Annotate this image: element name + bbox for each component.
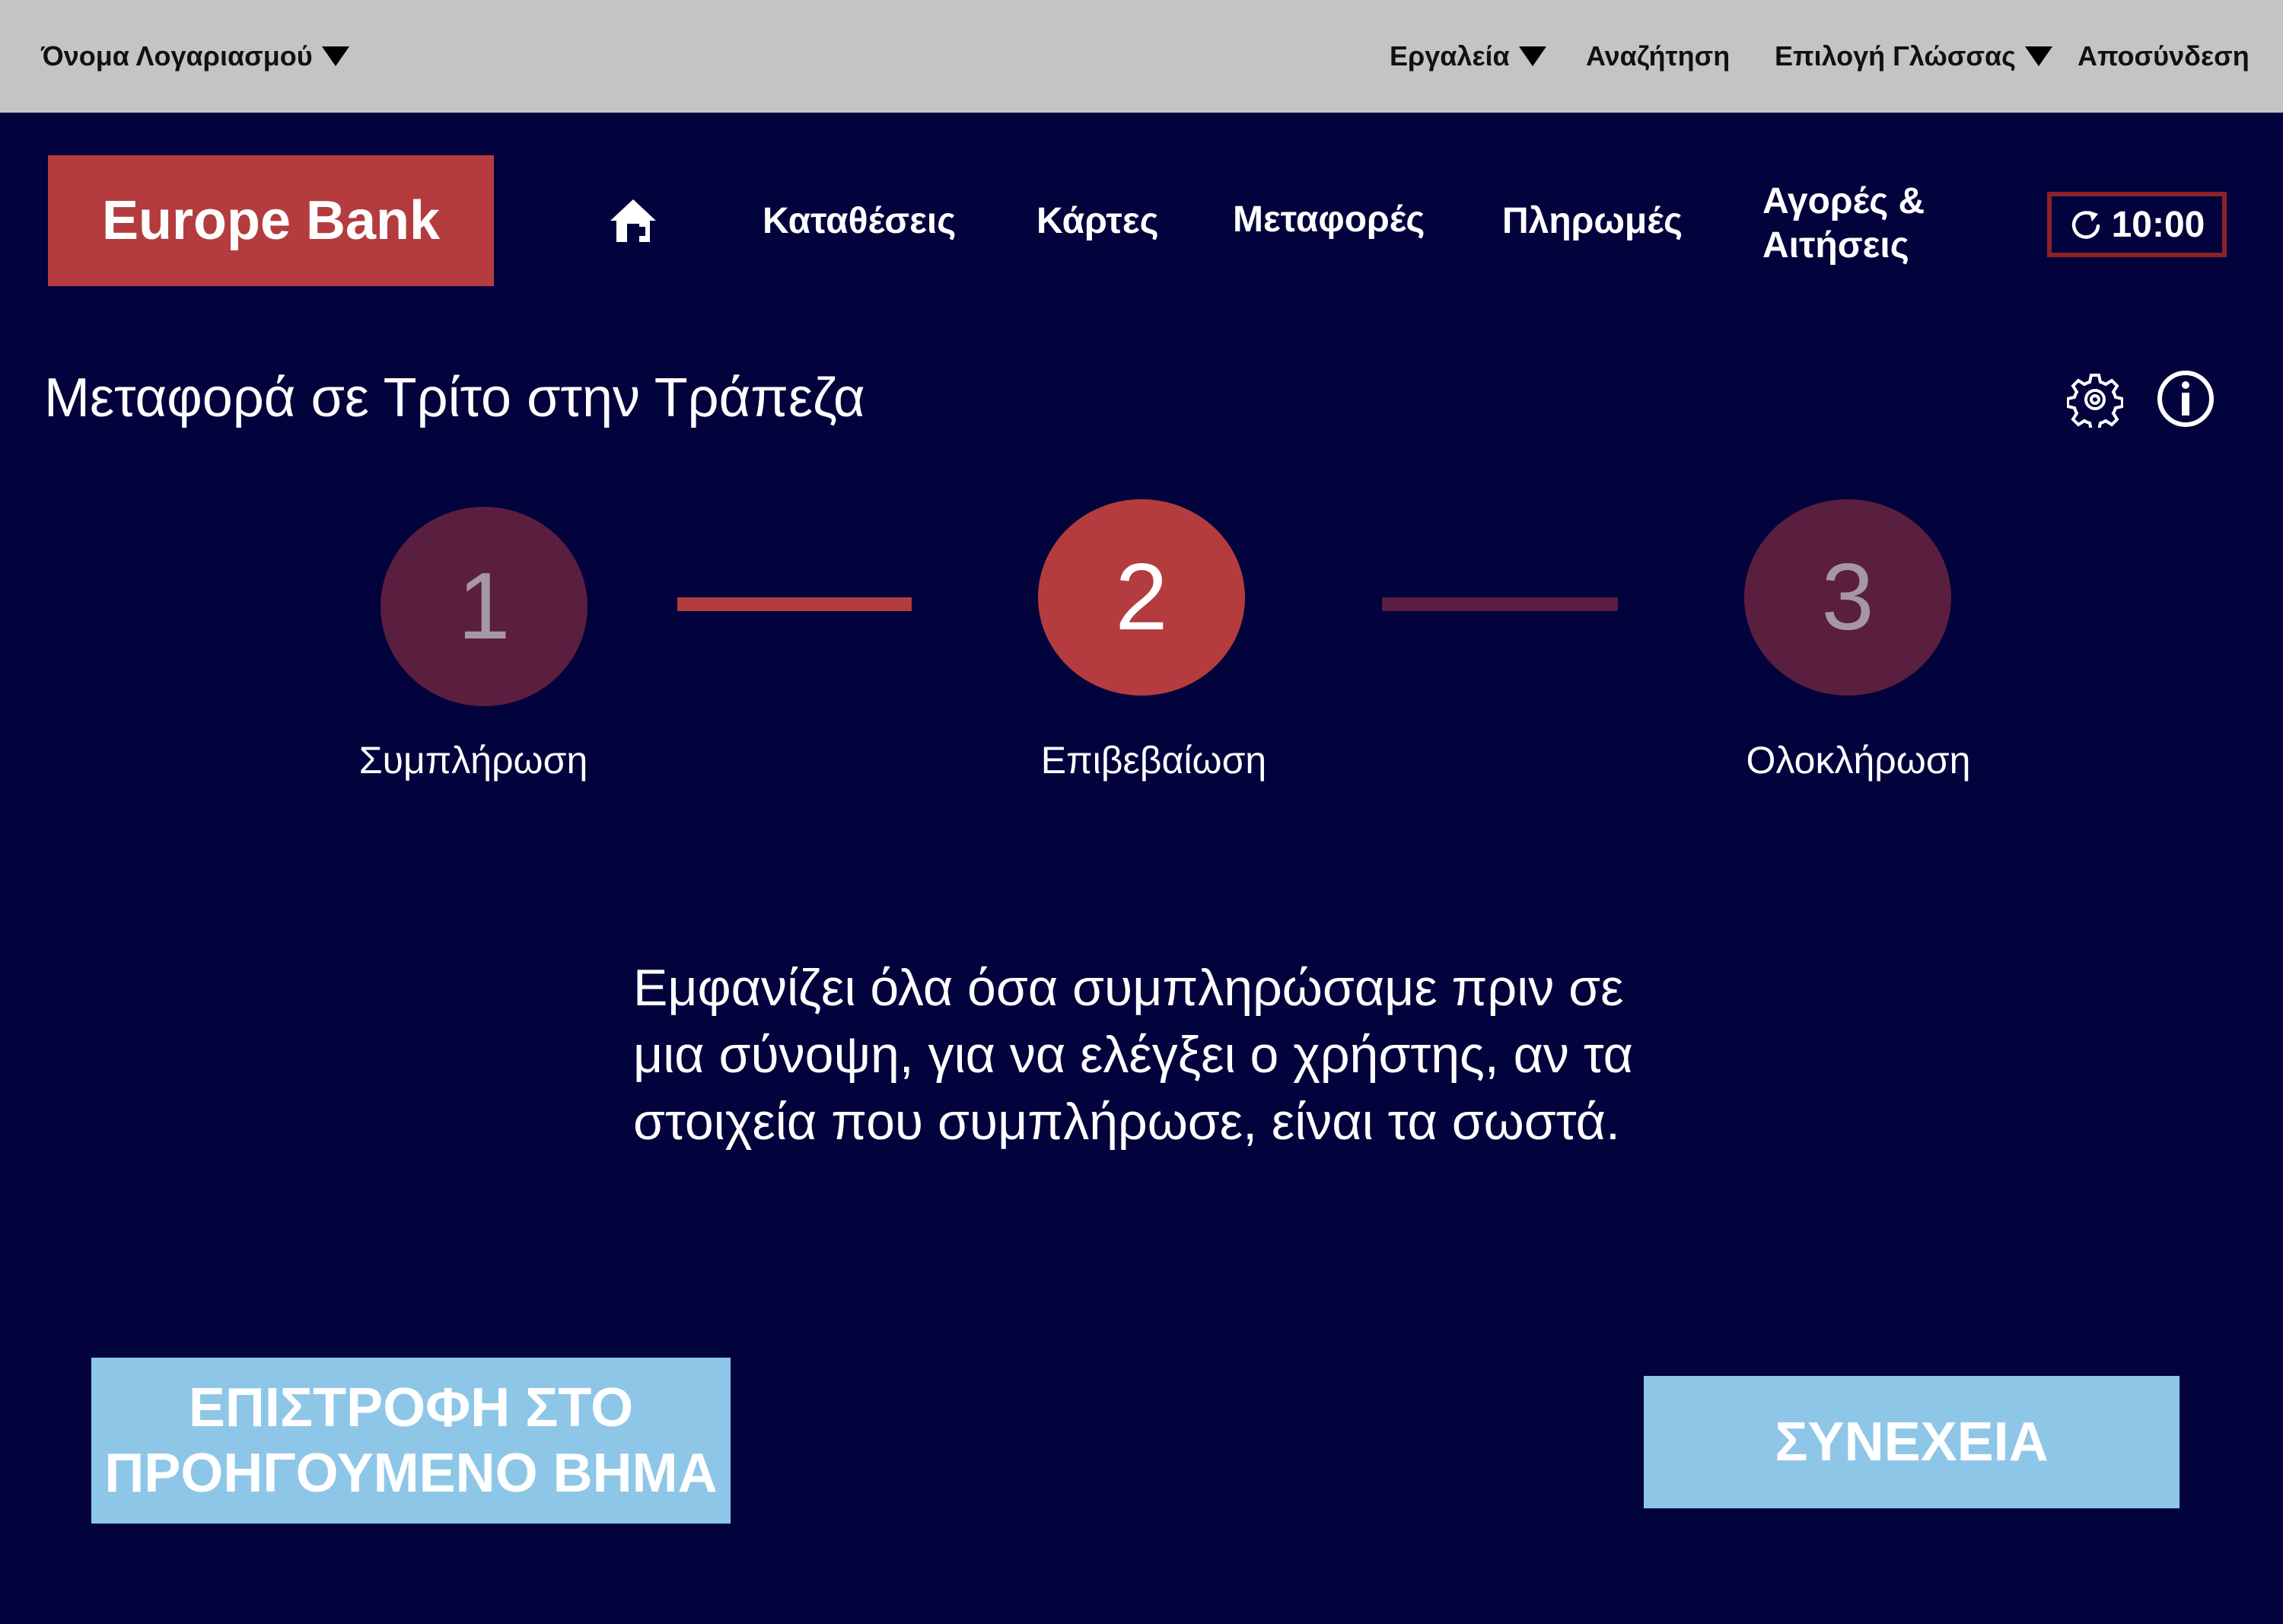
logout-label: Αποσύνδεση — [2078, 40, 2250, 72]
session-timer-button[interactable]: 10:00 — [2047, 192, 2227, 257]
back-to-previous-step-button[interactable]: ΕΠΙΣΤΡΟΦΗ ΣΤΟ ΠΡΟΗΓΟΥΜΕΝΟ ΒΗΜΑ — [91, 1358, 731, 1524]
caret-down-icon — [1518, 46, 1546, 66]
step-label-2: Επιβεβαίωση — [1040, 739, 1267, 782]
bank-logo[interactable]: Europe Bank — [48, 155, 494, 286]
step-circle-3: 3 — [1744, 499, 1951, 696]
search-link[interactable]: Αναζήτηση — [1586, 37, 1730, 76]
nav-purchases-line1: Αγορές & — [1762, 181, 1925, 221]
language-menu[interactable]: Επιλογή Γλώσσας — [1775, 37, 2052, 76]
back-button-line-1: ΕΠΙΣΤΡΟΦΗ ΣΤΟ — [188, 1377, 634, 1438]
gear-icon — [2066, 374, 2124, 431]
caret-down-icon — [2024, 46, 2052, 66]
step-label-1: Συμπλήρωση — [358, 739, 588, 782]
nav-transfers[interactable]: Μεταφορές — [1233, 198, 1425, 242]
nav-purchases-line2: Αιτήσεις — [1762, 225, 1909, 266]
info-button[interactable] — [2157, 370, 2215, 431]
tools-label: Εργαλεία — [1390, 40, 1510, 72]
step-number-3: 3 — [1821, 545, 1874, 650]
home-button[interactable] — [609, 198, 658, 244]
back-button-line-2: ΠΡΟΗΓΟΥΜΕΝΟ ΒΗΜΑ — [104, 1443, 718, 1504]
nav-purchases-applications[interactable]: Αγορές & Αιτήσεις — [1762, 180, 1925, 268]
continue-button[interactable]: ΣΥΝΕΧΕΙΑ — [1644, 1376, 2180, 1508]
step-circle-1: 1 — [380, 507, 587, 706]
description-line-2: μια σύνοψη, για να ελέγξει ο χρήστης, αν… — [633, 1026, 1633, 1084]
step-connector-1-2 — [677, 597, 912, 611]
settings-button[interactable] — [2066, 371, 2124, 431]
logout-link[interactable]: Αποσύνδεση — [2078, 37, 2250, 76]
nav-deposits[interactable]: Καταθέσεις — [763, 199, 956, 244]
description-line-3: στοιχεία που συμπλήρωσε, είναι τα σωστά. — [633, 1093, 1620, 1151]
page-title: Μεταφορά σε Τρίτο στην Τράπεζα — [44, 368, 865, 428]
step-number-1: 1 — [457, 554, 511, 659]
tools-menu[interactable]: Εργαλεία — [1390, 37, 1546, 76]
step-circle-2: 2 — [1038, 499, 1245, 696]
home-icon — [610, 199, 656, 242]
nav-cards[interactable]: Κάρτες — [1036, 199, 1159, 244]
account-name-label: Όνομα Λογαριασμού — [41, 40, 313, 72]
session-timer-value: 10:00 — [2111, 204, 2205, 245]
step-label-3: Ολοκλήρωση — [1746, 739, 1971, 782]
refresh-icon — [2071, 211, 2100, 239]
nav-payments[interactable]: Πληρωμές — [1502, 199, 1683, 244]
step-number-2: 2 — [1115, 545, 1168, 650]
caret-down-icon — [321, 46, 349, 66]
info-icon — [2157, 371, 2214, 427]
account-menu[interactable]: Όνομα Λογαριασμού — [41, 37, 349, 76]
step-connector-2-3 — [1382, 597, 1618, 611]
description-line-1: Εμφανίζει όλα όσα συμπληρώσαμε πριν σε — [633, 959, 1624, 1017]
step-description: Εμφανίζει όλα όσα συμπληρώσαμε πριν σε μ… — [633, 954, 1881, 1155]
search-label: Αναζήτηση — [1586, 40, 1731, 72]
top-utility-bar: Όνομα Λογαριασμού Εργαλεία Αναζήτηση Επι… — [0, 0, 2283, 113]
language-label: Επιλογή Γλώσσας — [1775, 40, 2016, 72]
